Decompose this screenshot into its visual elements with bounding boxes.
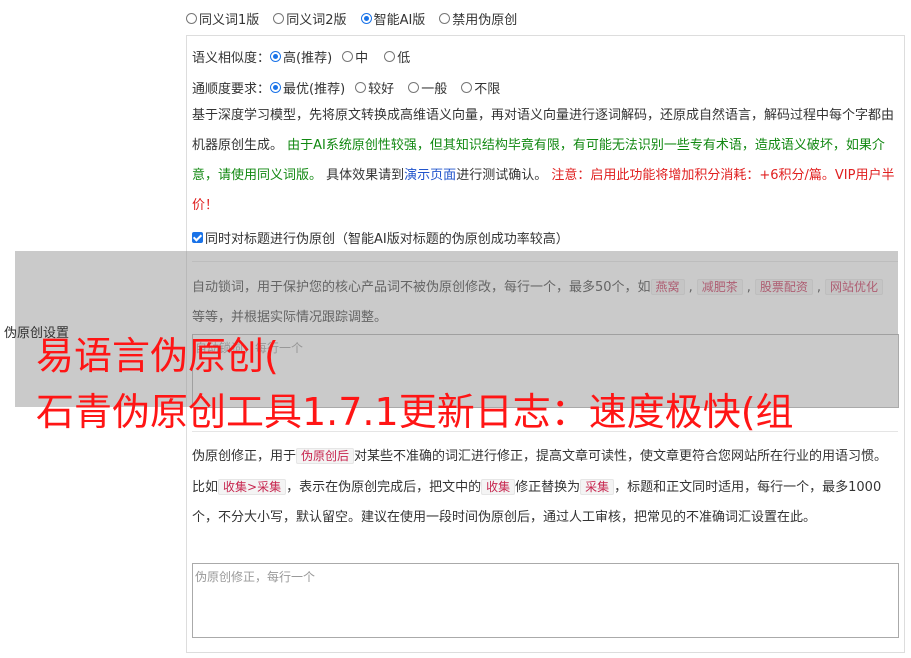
radio-icon[interactable] (186, 13, 197, 24)
similarity-option-high[interactable]: 高(推荐) (270, 47, 332, 66)
correction-text: 伪原创修正，用于 (192, 449, 297, 464)
overlay-title-line2: 石青伪原创工具1.7.1更新日志：速度极快(组 (36, 390, 794, 434)
description-text: 具体效果请到 (326, 168, 405, 183)
radio-icon[interactable] (408, 82, 420, 93)
fluency-label: 通顺度要求： (192, 82, 271, 97)
radio-selected-icon[interactable] (270, 51, 282, 62)
checkbox-checked-icon[interactable] (192, 232, 203, 243)
example-tag: 收集>采集 (218, 479, 287, 495)
radio-selected-icon[interactable] (360, 13, 372, 24)
option-label: 最优(推荐) (283, 82, 346, 97)
mode-option-label: 智能AI版 (373, 13, 426, 28)
option-label: 不限 (474, 82, 501, 97)
correction-text: ，表示在伪原创完成后，把文中的 (286, 480, 482, 495)
mode-option-ai[interactable]: 智能AI版 (360, 9, 426, 28)
fluency-option-best[interactable]: 最优(推荐) (270, 78, 345, 97)
example-tag: 采集 (580, 479, 615, 495)
option-label: 较好 (368, 82, 395, 97)
mode-option-synonym2[interactable]: 同义词2版 (273, 9, 347, 28)
overlay-banner (15, 251, 898, 407)
radio-icon[interactable] (355, 82, 367, 93)
radio-icon[interactable] (384, 51, 396, 62)
title-rewrite-label: 同时对标题进行伪原创（智能AI版对标题的伪原创成功率较高） (205, 232, 569, 247)
option-label: 中 (355, 51, 369, 66)
radio-icon[interactable] (461, 82, 473, 93)
similarity-option-medium[interactable]: 中 (342, 47, 368, 66)
mode-option-disable[interactable]: 禁用伪原创 (439, 9, 517, 28)
radio-icon[interactable] (273, 13, 285, 24)
fluency-row: 通顺度要求： 最优(推荐) 较好 一般 不限 (192, 78, 514, 97)
ai-description: 基于深度学习模型，先将原文转换成高维语义向量，再对语义向量进行逐词解码，还原成自… (192, 101, 898, 221)
title-rewrite-row[interactable]: 同时对标题进行伪原创（智能AI版对标题的伪原创成功率较高） (192, 228, 569, 247)
description-text: 进行测试确认。 (456, 168, 548, 183)
fluency-option-good[interactable]: 较好 (355, 78, 394, 97)
mode-option-synonym1[interactable]: 同义词1版 (186, 9, 259, 28)
demo-page-link[interactable]: 演示页面 (404, 168, 456, 183)
fluency-option-normal[interactable]: 一般 (408, 78, 447, 97)
mode-option-label: 禁用伪原创 (452, 13, 518, 28)
option-label: 低 (397, 51, 411, 66)
example-tag: 收集 (481, 479, 516, 495)
fluency-option-any[interactable]: 不限 (461, 78, 500, 97)
correction-text: 修正替换为 (515, 480, 581, 495)
similarity-option-low[interactable]: 低 (384, 47, 410, 66)
option-label: 一般 (421, 82, 448, 97)
correction-description: 伪原创修正，用于 伪原创后 对某些不准确的词汇进行修正，提高文章可读性，使文章更符合… (192, 441, 898, 533)
overlay-title-line1: 易语言伪原创( (36, 334, 279, 378)
radio-selected-icon[interactable] (270, 82, 282, 93)
similarity-label: 语义相似度： (192, 51, 271, 66)
mode-option-label: 同义词1版 (199, 13, 260, 28)
radio-icon[interactable] (439, 13, 451, 24)
option-label: 高(推荐) (283, 51, 333, 66)
radio-icon[interactable] (342, 51, 354, 62)
mode-radio-group: 同义词1版 同义词2版 智能AI版 禁用伪原创 (186, 9, 531, 28)
similarity-row: 语义相似度： 高(推荐) 中 低 (192, 47, 424, 66)
mode-option-label: 同义词2版 (286, 13, 347, 28)
correction-input[interactable]: 伪原创修正，每行一个 (192, 563, 899, 638)
example-tag: 伪原创后 (296, 448, 355, 464)
